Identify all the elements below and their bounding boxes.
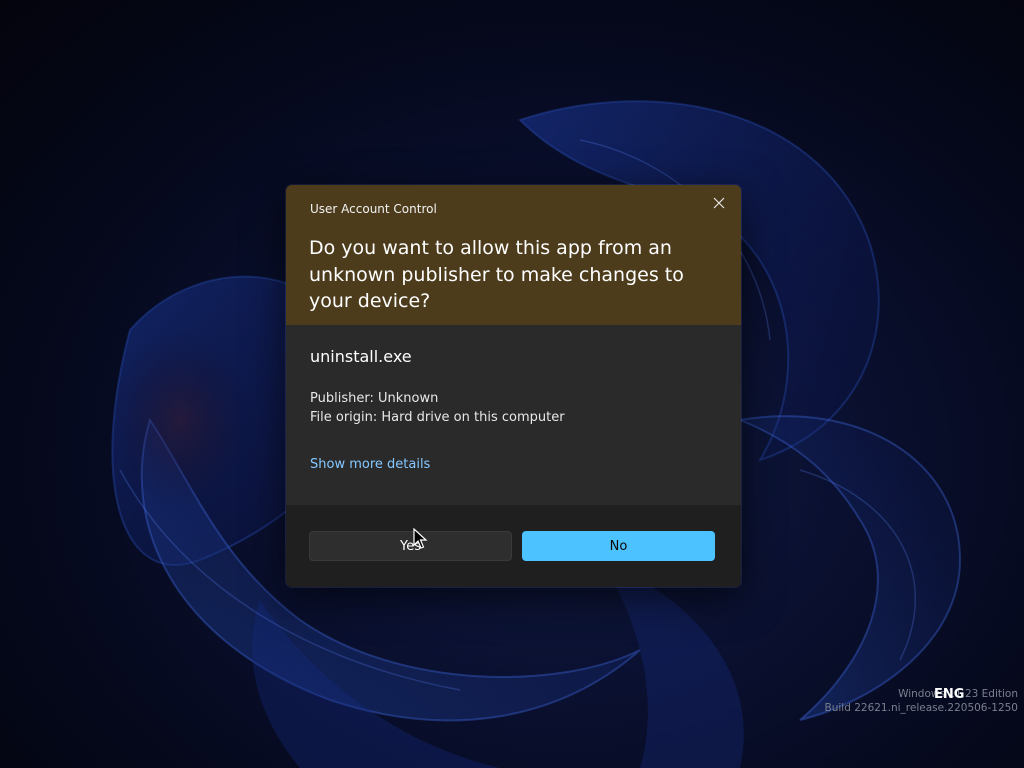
uac-header: User Account Control Do you want to allo… bbox=[286, 185, 741, 325]
uac-question: Do you want to allow this app from an un… bbox=[309, 237, 684, 312]
watermark-line-2: Build 22621.ni_release.220506-1250 bbox=[824, 702, 1018, 714]
file-origin-info: File origin: Hard drive on this computer bbox=[310, 410, 565, 425]
close-icon bbox=[713, 197, 725, 209]
desktop: User Account Control Do you want to allo… bbox=[0, 0, 1024, 768]
mouse-pointer-icon bbox=[413, 528, 428, 549]
language-indicator[interactable]: ENG bbox=[934, 687, 964, 702]
close-button[interactable] bbox=[705, 189, 733, 217]
uac-dialog: User Account Control Do you want to allo… bbox=[285, 184, 742, 588]
show-more-details-link[interactable]: Show more details bbox=[310, 457, 430, 472]
dialog-title: User Account Control bbox=[310, 202, 437, 216]
no-button[interactable]: No bbox=[522, 531, 715, 561]
watermark-line-1: Windows 11 23 Edition bbox=[898, 688, 1018, 700]
no-button-label: No bbox=[609, 538, 628, 554]
publisher-info: Publisher: Unknown bbox=[310, 391, 439, 406]
app-name: uninstall.exe bbox=[310, 347, 412, 366]
evaluation-watermark: Windows 11 23 Edition Build 22621.ni_rel… bbox=[825, 687, 1018, 715]
uac-footer: Yes No bbox=[286, 505, 741, 587]
yes-button[interactable]: Yes bbox=[309, 531, 512, 561]
uac-body: uninstall.exe Publisher: Unknown File or… bbox=[286, 325, 741, 505]
